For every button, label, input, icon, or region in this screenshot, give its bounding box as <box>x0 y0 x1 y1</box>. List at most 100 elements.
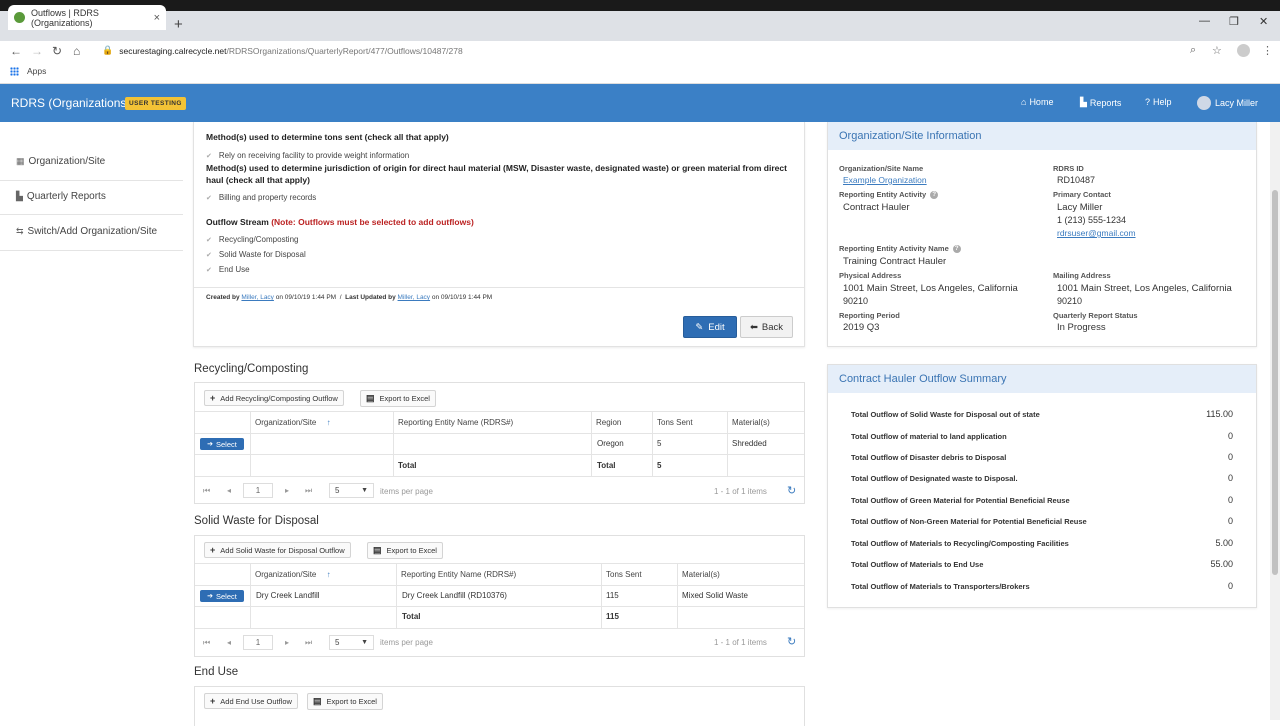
add-end-use-outflow-button[interactable]: + Add End Use Outflow <box>204 693 298 709</box>
button-label: Add End Use Outflow <box>220 696 292 706</box>
pencil-icon: ✎ <box>695 321 704 333</box>
column-header-materials[interactable]: Material(s) <box>682 570 720 579</box>
avatar <box>1197 96 1211 110</box>
reload-icon[interactable]: ↻ <box>52 44 62 58</box>
page-size-select[interactable]: 5 ▼ <box>329 483 374 498</box>
add-recycling-outflow-button[interactable]: + Add Recycling/Composting Outflow <box>204 390 344 406</box>
pager-range: 1 - 1 of 1 items <box>714 487 767 496</box>
column-header-org[interactable]: Organization/Site ↑ <box>255 570 331 579</box>
created-by-link[interactable]: Miller, Lacy <box>241 294 274 301</box>
star-icon[interactable]: ☆ <box>1212 44 1222 57</box>
checkbox-label: Solid Waste for Disposal <box>218 250 306 259</box>
nav-home[interactable]: ⌂ Home <box>1021 97 1053 107</box>
refresh-icon[interactable]: ↻ <box>787 635 796 648</box>
first-page-icon[interactable]: ⏮ <box>203 486 210 496</box>
site-name-link[interactable]: Example Organization <box>843 175 927 185</box>
current-page[interactable]: 1 <box>243 483 273 498</box>
last-page-icon[interactable]: ⏭ <box>305 638 312 648</box>
apps-bookmark[interactable]: Apps <box>10 66 46 76</box>
home-icon[interactable]: ⌂ <box>73 44 80 58</box>
help-icon[interactable]: ? <box>952 245 961 254</box>
checkmark-icon: ✔ <box>206 251 212 259</box>
plus-icon: + <box>210 545 216 555</box>
back-arrow-icon[interactable]: ← <box>10 44 22 58</box>
first-page-icon[interactable]: ⏮ <box>203 638 210 648</box>
sidebar <box>0 122 183 720</box>
tab-close-icon[interactable]: × <box>154 12 160 24</box>
primary-contact-email[interactable]: rdrsuser@gmail.com <box>1057 228 1136 238</box>
checkbox-billing: ✔ Billing and property records <box>206 193 316 202</box>
column-header-tons[interactable]: Tons Sent <box>606 570 642 579</box>
grid-divider <box>250 412 251 476</box>
button-label: Export to Excel <box>379 394 430 403</box>
nav-home-label: Home <box>1029 97 1054 107</box>
cell-region: Oregon <box>597 439 624 448</box>
summary-row-value: 0 <box>1227 495 1233 505</box>
mailing-address-label: Mailing Address <box>1053 271 1111 280</box>
favicon-icon <box>14 12 25 23</box>
edit-button[interactable]: ✎ Edit <box>683 316 737 338</box>
checkmark-icon: ✔ <box>206 236 212 244</box>
rdrs-id-label: RDRS ID <box>1053 164 1084 173</box>
sidebar-item-organization-site[interactable]: ▦ Organization/Site <box>16 156 105 167</box>
nav-reports-label: Reports <box>1089 97 1122 108</box>
forward-arrow-icon[interactable]: → <box>31 44 43 58</box>
prev-page-icon[interactable]: ◂ <box>227 638 231 647</box>
nav-reports[interactable]: ▙ Reports <box>1080 97 1121 108</box>
reporting-period-label: Reporting Period <box>839 311 900 320</box>
checkbox-label: Billing and property records <box>218 193 317 202</box>
column-header-entity[interactable]: Reporting Entity Name (RDRS#) <box>398 418 513 427</box>
help-icon[interactable]: ? <box>930 191 939 200</box>
column-header-org[interactable]: Organization/Site ↑ <box>255 418 331 427</box>
items-per-page-label: items per page <box>380 638 433 647</box>
prev-page-icon[interactable]: ◂ <box>227 486 231 495</box>
select-row-button[interactable]: ➔ Select <box>200 590 244 602</box>
nav-user[interactable]: Lacy Miller <box>1197 96 1258 110</box>
select-row-button[interactable]: ➔ Select <box>200 438 244 450</box>
back-button[interactable]: ⬅ Back <box>740 316 793 338</box>
browser-tab[interactable]: Outflows | RDRS (Organizations) × <box>8 5 166 30</box>
audit-line: Created by Miller, Lacy on 09/10/19 1:44… <box>206 294 492 301</box>
total-value: 115 <box>606 612 619 621</box>
profile-icon[interactable] <box>1237 44 1250 57</box>
updated-by-link[interactable]: Miller, Lacy <box>398 294 431 301</box>
zoom-icon[interactable]: ⌕ <box>1190 44 1196 57</box>
menu-icon[interactable]: ⋮ <box>1262 44 1273 57</box>
column-header-region[interactable]: Region <box>596 418 621 427</box>
export-end-use-button[interactable]: ▤ Export to Excel <box>307 693 383 710</box>
plus-icon: + <box>210 393 216 403</box>
minimize-button[interactable]: — <box>1199 15 1210 27</box>
close-window-button[interactable]: ✕ <box>1259 15 1268 28</box>
summary-row-label: Total Outflow of Materials to Transporte… <box>851 582 1030 591</box>
audit-separator: / <box>339 294 342 301</box>
last-page-icon[interactable]: ⏭ <box>305 486 312 496</box>
checkbox-label: Recycling/Composting <box>218 235 299 244</box>
scrollbar-thumb[interactable] <box>1272 190 1278 575</box>
column-header-entity[interactable]: Reporting Entity Name (RDRS#) <box>401 570 516 579</box>
column-header-materials[interactable]: Material(s) <box>732 418 770 427</box>
new-tab-button[interactable]: + <box>174 16 183 33</box>
url-field[interactable]: 🔒 securestaging.calrecycle.net /RDRSOrga… <box>102 43 463 58</box>
refresh-icon[interactable]: ↻ <box>787 484 796 497</box>
excel-icon: ▤ <box>313 696 322 706</box>
primary-contact-label: Primary Contact <box>1053 190 1111 199</box>
current-page[interactable]: 1 <box>243 635 273 650</box>
pager-range: 1 - 1 of 1 items <box>714 638 767 647</box>
export-recycling-button[interactable]: ▤ Export to Excel <box>360 390 436 407</box>
sort-asc-icon: ↑ <box>326 570 331 579</box>
column-header-tons[interactable]: Tons Sent <box>657 418 693 427</box>
question-icon: ? <box>1145 97 1151 107</box>
grid-divider <box>601 564 602 628</box>
maximize-button[interactable]: ❐ <box>1229 15 1239 28</box>
next-page-icon[interactable]: ▸ <box>285 638 289 647</box>
app-brand[interactable]: RDRS (Organizations) <box>11 96 130 110</box>
add-solid-waste-outflow-button[interactable]: + Add Solid Waste for Disposal Outflow <box>204 542 351 558</box>
nav-help[interactable]: ? Help <box>1145 97 1172 107</box>
export-solid-waste-button[interactable]: ▤ Export to Excel <box>367 542 443 559</box>
next-page-icon[interactable]: ▸ <box>285 486 289 495</box>
grid-divider <box>250 564 251 628</box>
grid-divider <box>195 628 804 629</box>
page-size-select[interactable]: 5 ▼ <box>329 635 374 650</box>
sidebar-item-switch-add[interactable]: ⇆ Switch/Add Organization/Site <box>16 226 157 237</box>
sidebar-item-quarterly-reports[interactable]: ▙ Quarterly Reports <box>16 191 106 202</box>
